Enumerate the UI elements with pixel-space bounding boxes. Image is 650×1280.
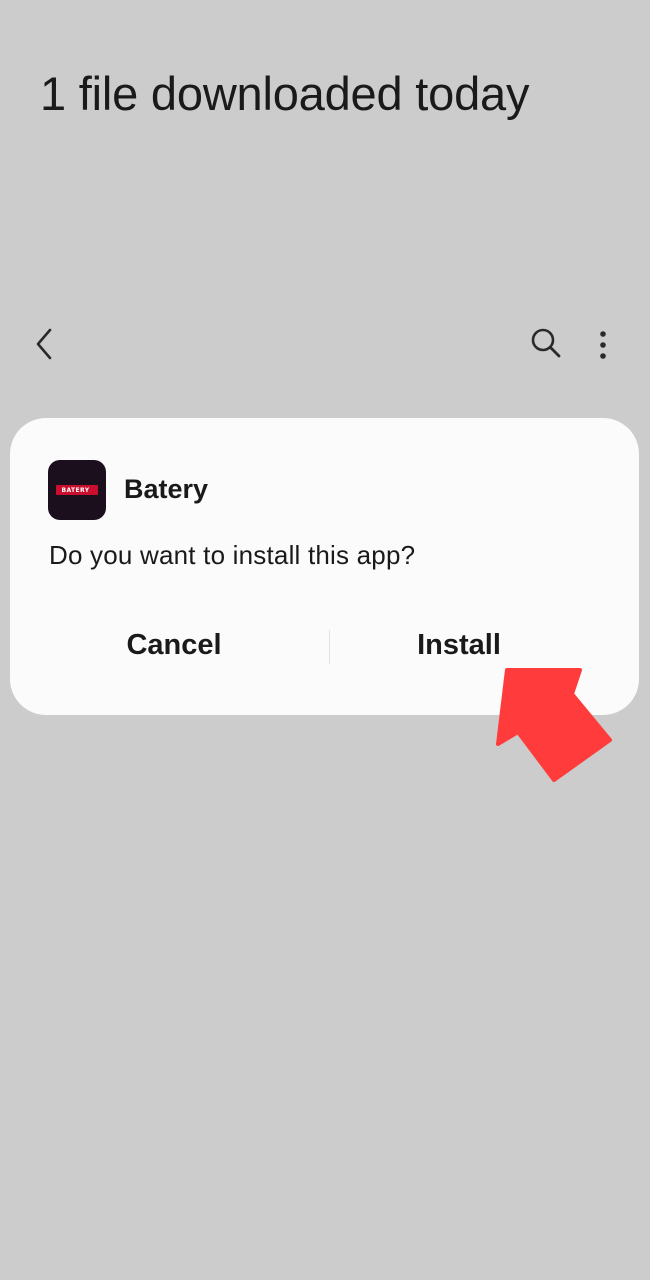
app-logo-text: BATERY bbox=[61, 486, 90, 494]
app-name: Batery bbox=[124, 474, 209, 504]
back-chevron-icon bbox=[36, 328, 52, 360]
pointer-arrow-icon bbox=[496, 668, 612, 782]
install-question: Do you want to install this app? bbox=[49, 540, 416, 570]
download-screen: 1 file downloaded today BATERY Batery Do… bbox=[0, 0, 650, 1280]
page-title: 1 file downloaded today bbox=[40, 67, 530, 120]
more-options-button[interactable] bbox=[588, 322, 618, 366]
more-vertical-icon bbox=[600, 331, 606, 359]
app-logo: BATERY bbox=[56, 485, 98, 495]
search-button[interactable] bbox=[524, 322, 568, 366]
cancel-button[interactable]: Cancel bbox=[34, 616, 314, 674]
back-button[interactable] bbox=[26, 322, 66, 366]
search-icon bbox=[531, 328, 561, 358]
toolbar bbox=[0, 316, 650, 372]
app-icon: BATERY bbox=[48, 460, 106, 520]
